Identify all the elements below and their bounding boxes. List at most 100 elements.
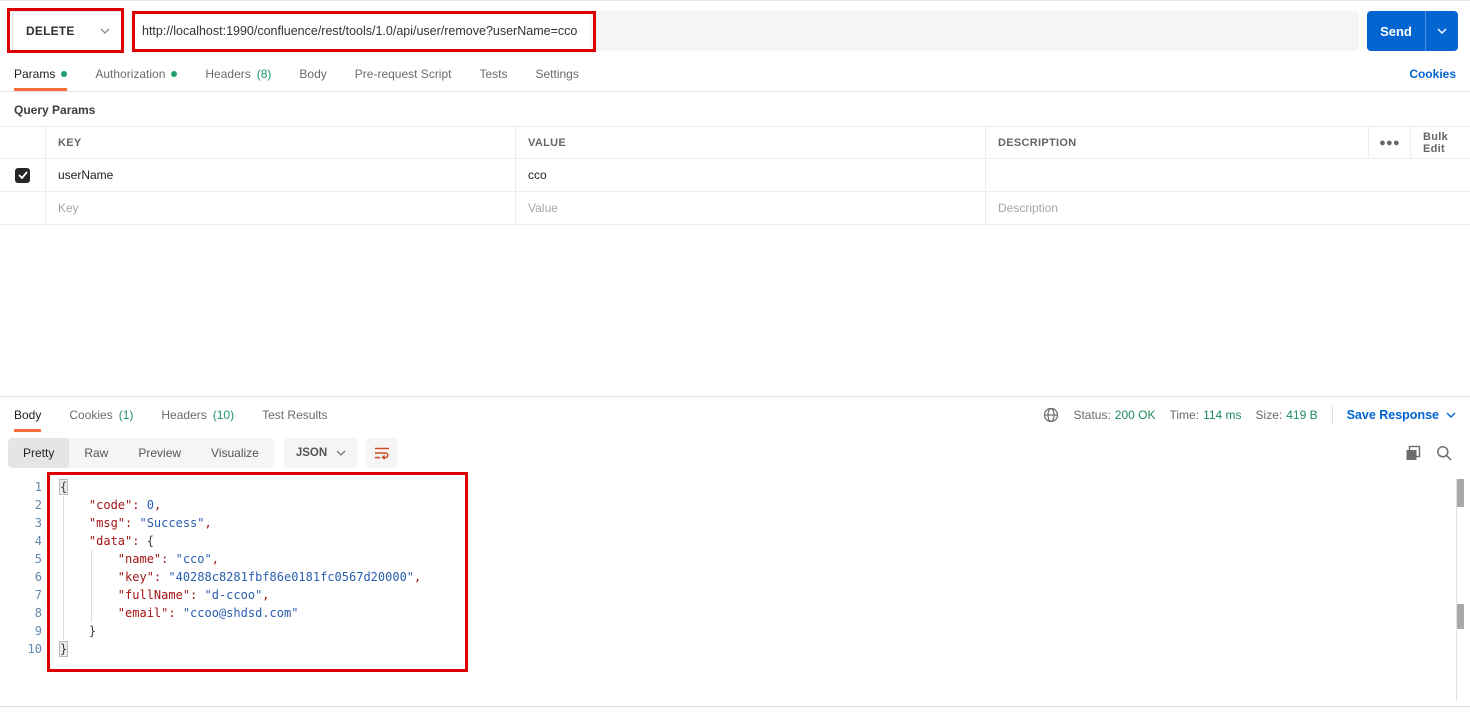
tab-headers[interactable]: Headers (8) bbox=[205, 57, 271, 91]
param-description-input[interactable] bbox=[998, 168, 1470, 182]
code-editor-lines: 1{2 "code": 0, 3 "msg": "Success", 4 "data… bbox=[0, 478, 1470, 658]
request-tabs: Params Authorization Headers (8) Body Pr… bbox=[0, 57, 1470, 92]
line-content: } bbox=[88, 624, 97, 638]
view-tab-pretty[interactable]: Pretty bbox=[8, 438, 70, 468]
chevron-down-icon bbox=[1446, 412, 1456, 418]
param-key-input[interactable] bbox=[58, 168, 515, 182]
row-checkbox-cell bbox=[0, 159, 45, 192]
tab-label: Test Results bbox=[262, 407, 328, 422]
chevron-down-icon bbox=[336, 450, 346, 456]
tab-label: Body bbox=[299, 67, 327, 81]
send-options-caret[interactable] bbox=[1425, 11, 1458, 51]
time-label: Time: bbox=[1169, 407, 1200, 422]
view-tab-visualize[interactable]: Visualize bbox=[196, 438, 274, 468]
status-indicator: Status: 200 OK bbox=[1073, 408, 1155, 422]
size-value: 419 B bbox=[1286, 407, 1318, 422]
tab-count: (8) bbox=[256, 67, 272, 81]
authorization-status-dot bbox=[171, 71, 178, 77]
send-button[interactable]: Send bbox=[1367, 11, 1425, 51]
more-options-icon[interactable]: ●●● bbox=[1368, 127, 1410, 159]
wrap-lines-button[interactable] bbox=[366, 438, 399, 468]
code-line: 5 "name": "cco", bbox=[0, 550, 1470, 568]
time-value: 114 ms bbox=[1203, 407, 1242, 422]
globe-icon[interactable] bbox=[1043, 407, 1059, 423]
tab-count: (10) bbox=[212, 407, 235, 422]
scrollbar-thumb[interactable] bbox=[1457, 604, 1464, 629]
tab-settings[interactable]: Settings bbox=[536, 57, 579, 91]
method-selector[interactable]: DELETE bbox=[12, 11, 124, 51]
response-meta: Status: 200 OK Time: 114 ms Size: 419 B … bbox=[1043, 404, 1456, 425]
param-value-input[interactable] bbox=[528, 168, 985, 182]
line-number: 9 bbox=[34, 624, 42, 638]
view-tab-raw[interactable]: Raw bbox=[69, 438, 123, 468]
tab-pre-request-script[interactable]: Pre-request Script bbox=[355, 57, 452, 91]
line-number: 5 bbox=[34, 552, 42, 566]
tab-response-cookies[interactable]: Cookies (1) bbox=[69, 397, 133, 432]
code-line: 8 "email": "ccoo@shdsd.com" bbox=[0, 604, 1470, 622]
tab-params[interactable]: Params bbox=[14, 57, 68, 91]
tab-tests[interactable]: Tests bbox=[479, 57, 507, 91]
tab-body[interactable]: Body bbox=[299, 57, 326, 91]
line-number: 6 bbox=[34, 570, 42, 584]
request-bar: DELETE Send bbox=[0, 1, 1470, 57]
header-spacer-cell bbox=[0, 127, 45, 159]
code-line: 7 "fullName": "d-ccoo", bbox=[0, 586, 1470, 604]
save-response-button[interactable]: Save Response bbox=[1347, 408, 1456, 422]
tab-label: Authorization bbox=[95, 67, 166, 81]
row-checkbox-cell bbox=[0, 192, 45, 225]
tab-test-results[interactable]: Test Results bbox=[262, 397, 327, 432]
new-param-description-input[interactable] bbox=[998, 201, 1470, 215]
response-tabs: Body Cookies (1) Headers (10) Test Resul… bbox=[0, 397, 1470, 432]
line-content: "msg": "Success", bbox=[88, 516, 212, 530]
checkbox-checked-icon[interactable] bbox=[15, 167, 30, 183]
indent-guide bbox=[63, 496, 64, 640]
params-status-dot bbox=[61, 71, 68, 77]
copy-icon[interactable] bbox=[1405, 445, 1421, 461]
query-params-title: Query Params bbox=[14, 103, 96, 117]
chevron-down-icon bbox=[100, 28, 110, 34]
line-number: 7 bbox=[34, 588, 42, 602]
new-param-value-input[interactable] bbox=[528, 201, 985, 215]
format-selector[interactable]: JSON bbox=[283, 438, 359, 468]
response-view-toolbar: Pretty Raw Preview Visualize JSON bbox=[0, 438, 1470, 468]
line-content: } bbox=[58, 641, 69, 657]
tab-label: Params bbox=[14, 67, 56, 81]
column-header-key: KEY bbox=[45, 127, 515, 159]
new-param-description-cell bbox=[985, 192, 1470, 225]
code-line: 9 } bbox=[0, 622, 1470, 640]
save-response-label: Save Response bbox=[1346, 407, 1439, 422]
line-content: "fullName": "d-ccoo", bbox=[117, 588, 270, 602]
new-param-key-input[interactable] bbox=[58, 201, 515, 215]
line-content: "data": { bbox=[88, 534, 154, 548]
tab-label: Cookies bbox=[69, 407, 113, 422]
send-button-group: Send bbox=[1367, 11, 1458, 51]
line-content: "email": "ccoo@shdsd.com" bbox=[117, 606, 299, 620]
response-section: Body Cookies (1) Headers (10) Test Resul… bbox=[0, 396, 1470, 658]
tab-response-body[interactable]: Body bbox=[14, 397, 42, 432]
param-description-cell bbox=[985, 159, 1470, 192]
bulk-edit-button[interactable]: Bulk Edit bbox=[1410, 127, 1470, 159]
line-content: "key": "40288c8281fbf86e0181fc0567d20000… bbox=[117, 570, 422, 584]
method-label: DELETE bbox=[26, 24, 75, 38]
view-mode-switcher: Pretty Raw Preview Visualize bbox=[8, 438, 274, 468]
line-number: 1 bbox=[34, 480, 42, 494]
code-line: 4 "data": { bbox=[0, 532, 1470, 550]
url-input[interactable] bbox=[130, 11, 1359, 51]
tab-response-headers[interactable]: Headers (10) bbox=[161, 397, 234, 432]
view-tab-preview[interactable]: Preview bbox=[123, 438, 196, 468]
line-number: 4 bbox=[34, 534, 42, 548]
line-number: 10 bbox=[27, 642, 42, 656]
size-indicator: Size: 419 B bbox=[1256, 408, 1318, 422]
response-body-editor[interactable]: 1{2 "code": 0, 3 "msg": "Success", 4 "data… bbox=[0, 474, 1470, 658]
search-icon[interactable] bbox=[1436, 445, 1452, 461]
new-param-key-cell bbox=[45, 192, 515, 225]
tab-label: Headers bbox=[205, 67, 251, 81]
tab-authorization[interactable]: Authorization bbox=[95, 57, 178, 91]
cookies-link[interactable]: Cookies bbox=[1409, 67, 1456, 81]
chevron-down-icon bbox=[1437, 28, 1447, 34]
code-line: 1{ bbox=[0, 478, 1470, 496]
line-content: { bbox=[58, 479, 69, 495]
param-value-cell bbox=[515, 159, 985, 192]
scrollbar-thumb[interactable] bbox=[1457, 479, 1464, 507]
query-params-table: KEY VALUE DESCRIPTION ●●● Bulk Edit bbox=[0, 126, 1470, 225]
